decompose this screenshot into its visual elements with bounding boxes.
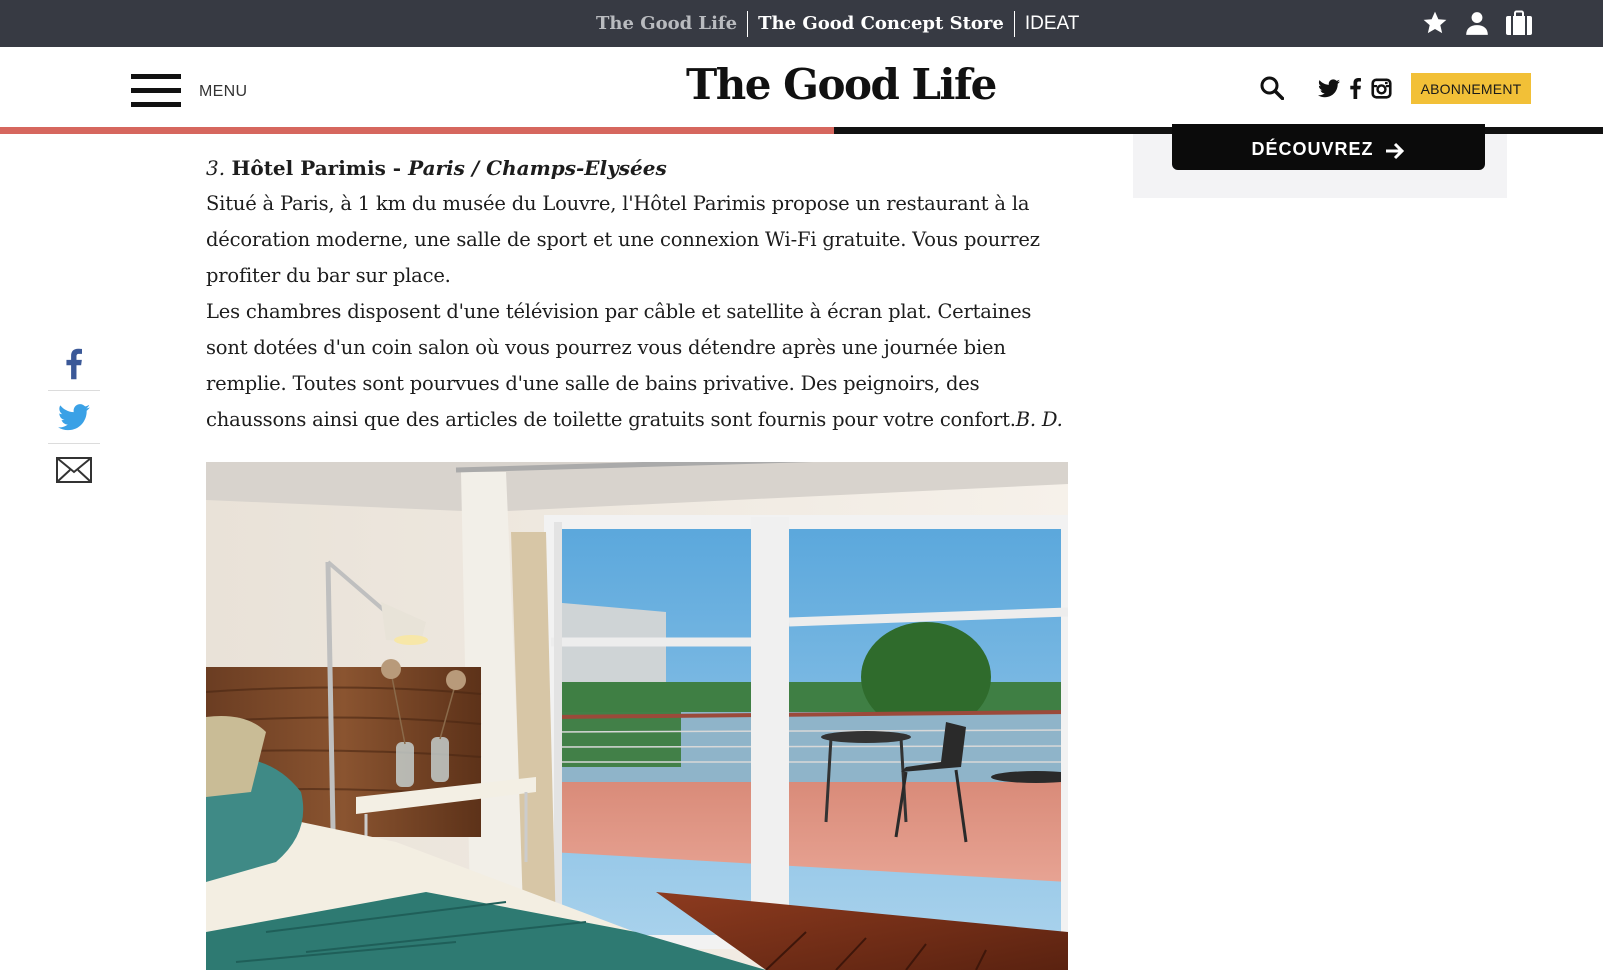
facebook-icon[interactable] xyxy=(1350,78,1361,103)
instagram-icon[interactable] xyxy=(1371,78,1392,103)
arrow-right-icon xyxy=(1385,142,1404,160)
paragraph-rooms-text: Les chambres disposent d'une télévision … xyxy=(206,300,1032,431)
header-social-links xyxy=(1318,78,1392,103)
hamburger-menu-icon[interactable] xyxy=(131,74,181,108)
hotel-heading-separator: - xyxy=(385,156,409,180)
author-signature: B. D. xyxy=(1015,408,1063,431)
hotel-number: 3. xyxy=(206,156,226,180)
hotel-name: Hôtel Parimis xyxy=(231,156,386,180)
site-link-concept-store[interactable]: The Good Concept Store xyxy=(747,11,1014,37)
hotel-heading: 3. Hôtel Parimis - Paris / Champs-Elysée… xyxy=(206,150,1066,186)
sidebar-ad: DÉCOUVREZ xyxy=(1133,124,1507,198)
twitter-icon[interactable] xyxy=(1318,79,1340,102)
star-icon[interactable] xyxy=(1421,9,1449,37)
search-icon[interactable] xyxy=(1260,76,1285,104)
bag-icon[interactable] xyxy=(1505,9,1533,37)
hotel-location: Paris / Champs-Elysées xyxy=(408,156,667,180)
facebook-icon xyxy=(66,348,82,380)
share-email-button[interactable] xyxy=(48,444,100,496)
email-icon xyxy=(56,457,92,483)
site-link-ideat[interactable]: IDEAT xyxy=(1013,11,1090,37)
hotel-room-photo xyxy=(206,462,1068,970)
article-body: 3. Hôtel Parimis - Paris / Champs-Elysée… xyxy=(206,150,1066,438)
site-logo[interactable]: The Good Life xyxy=(686,60,997,109)
discover-button-label: DÉCOUVREZ xyxy=(1251,139,1374,159)
discover-button[interactable]: DÉCOUVREZ xyxy=(1172,124,1485,170)
menu-label[interactable]: MENU xyxy=(199,83,247,101)
user-icon[interactable] xyxy=(1463,9,1491,37)
network-sites: The Good Life The Good Concept Store IDE… xyxy=(596,11,1089,37)
account-icons xyxy=(1421,9,1533,37)
network-bar: The Good Life The Good Concept Store IDE… xyxy=(0,0,1603,47)
subscribe-button[interactable]: ABONNEMENT xyxy=(1411,73,1531,104)
paragraph-rooms: Les chambres disposent d'une télévision … xyxy=(206,294,1066,438)
twitter-icon xyxy=(58,403,90,430)
paragraph-hotel-intro: Situé à Paris, à 1 km du musée du Louvre… xyxy=(206,192,1040,287)
share-facebook-button[interactable] xyxy=(48,338,100,391)
share-bar xyxy=(48,338,100,496)
site-header: MENU The Good Life ABONNEMENT xyxy=(0,47,1603,127)
share-twitter-button[interactable] xyxy=(48,391,100,444)
reading-progress-fill xyxy=(0,127,834,134)
site-link-the-good-life[interactable]: The Good Life xyxy=(596,11,747,37)
